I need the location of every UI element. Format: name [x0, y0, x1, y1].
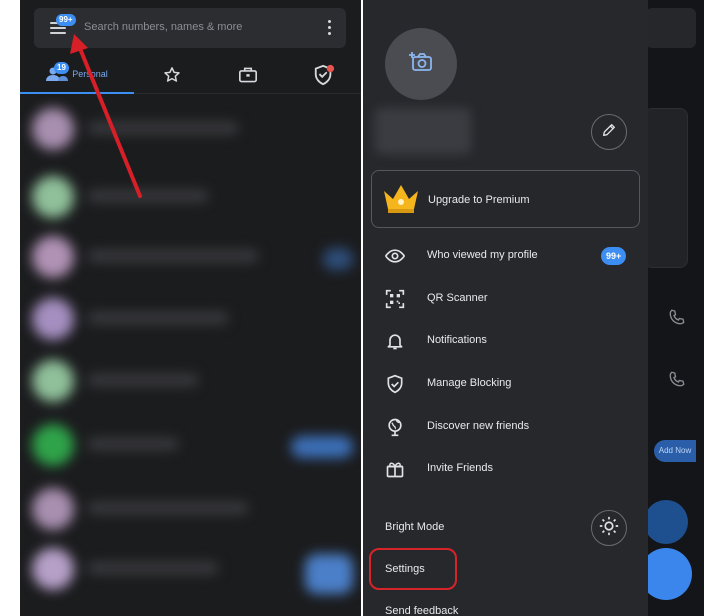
add-now-button: Add Now [654, 440, 696, 462]
menu-item-notifications[interactable]: Notifications [363, 323, 648, 359]
list-item[interactable] [20, 480, 361, 540]
menu-item-label: Discover new friends [427, 420, 530, 432]
sun-icon [599, 516, 619, 541]
menu-item-label: Invite Friends [427, 462, 494, 474]
tab-favorites[interactable] [134, 56, 210, 94]
add-fab-icon [644, 500, 688, 544]
upgrade-premium-button[interactable]: Upgrade to Premium [371, 170, 640, 228]
bright-mode-toggle[interactable] [591, 510, 627, 546]
tab-spam[interactable] [286, 56, 361, 94]
avatar[interactable] [385, 28, 457, 100]
more-options-icon[interactable] [328, 20, 332, 38]
bright-mode-label: Bright Mode [385, 521, 445, 533]
settings-highlight-annotation [369, 548, 457, 590]
edit-profile-button[interactable] [591, 114, 627, 150]
menu-item-manage-blocking[interactable]: Manage Blocking [363, 366, 648, 402]
personal-tab-badge: 19 [54, 62, 69, 74]
list-item[interactable] [20, 352, 361, 412]
menu-item-label: Manage Blocking [427, 377, 512, 389]
add-photo-icon [409, 51, 433, 78]
menu-item-invite-friends[interactable]: Invite Friends [363, 451, 648, 487]
search-input[interactable]: Search numbers, names & more [84, 21, 242, 33]
tab-personal-label: Personal [72, 69, 108, 79]
contact-list [20, 100, 361, 616]
list-item[interactable] [20, 540, 361, 600]
list-item[interactable] [20, 228, 361, 288]
globe-icon [385, 417, 405, 437]
pencil-icon [601, 122, 617, 143]
list-item[interactable] [20, 168, 361, 228]
list-item[interactable] [20, 290, 361, 350]
eye-icon [384, 246, 406, 266]
tab-personal[interactable]: 19 Personal [20, 56, 134, 94]
navigation-drawer: Upgrade to Premium Who viewed my profile… [363, 0, 648, 616]
left-screen: 99+ Search numbers, names & more 19 Pers… [20, 0, 361, 616]
menu-item-label: QR Scanner [427, 292, 488, 304]
shield-check-icon [385, 374, 405, 394]
menu-item-who-viewed[interactable]: Who viewed my profile 99+ [363, 238, 648, 274]
gift-icon [385, 459, 405, 479]
views-count-badge: 99+ [601, 247, 627, 265]
menu-item-discover-friends[interactable]: Discover new friends [363, 409, 648, 445]
list-item[interactable] [20, 100, 361, 160]
list-item[interactable] [20, 416, 361, 476]
send-feedback-menu-item[interactable]: Send feedback [385, 605, 458, 616]
upgrade-premium-label: Upgrade to Premium [428, 194, 530, 206]
bell-icon [385, 331, 405, 351]
qr-scanner-icon [385, 289, 405, 309]
call-icon [668, 308, 686, 326]
briefcase-icon [238, 66, 258, 84]
search-bar[interactable]: 99+ Search numbers, names & more [34, 8, 346, 48]
menu-item-label: Who viewed my profile [427, 249, 538, 261]
menu-item-label: Notifications [427, 334, 487, 346]
crown-icon [382, 183, 420, 220]
shield-icon [313, 64, 335, 86]
tab-bar: 19 Personal [20, 56, 361, 94]
tab-business[interactable] [210, 56, 286, 94]
bright-mode-row: Bright Mode [363, 508, 648, 548]
menu-item-qr-scanner[interactable]: QR Scanner [363, 281, 648, 317]
call-icon [668, 370, 686, 388]
menu-notification-badge: 99+ [56, 14, 76, 26]
profile-name [375, 108, 471, 154]
star-icon [163, 66, 181, 84]
